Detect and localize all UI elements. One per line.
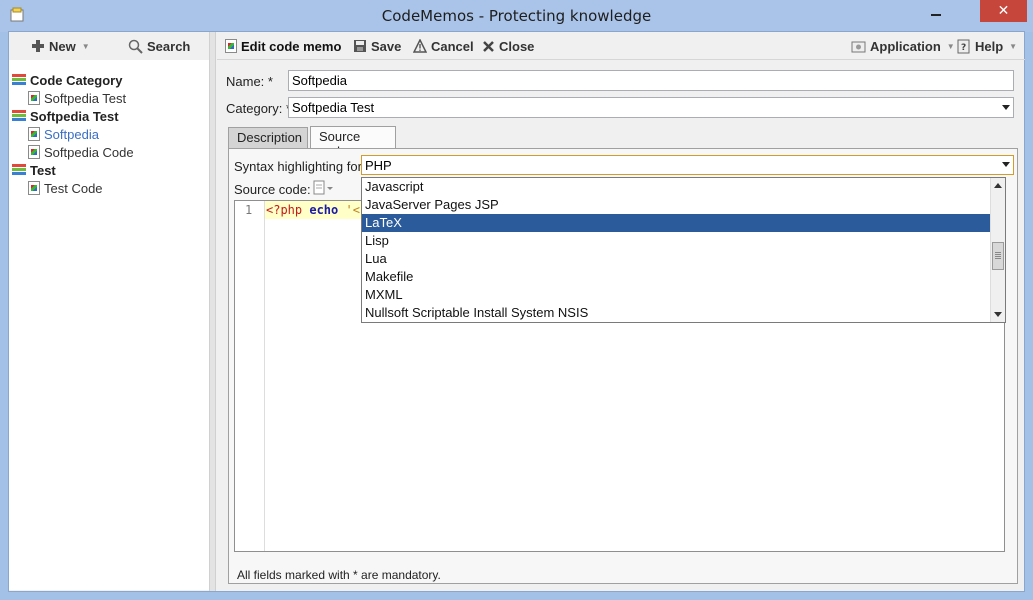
category-icon xyxy=(12,164,26,176)
cancel-button-label: Cancel xyxy=(431,38,474,54)
help-menu[interactable]: ? Help ▼ xyxy=(957,37,1017,55)
category-label: Category: * xyxy=(226,101,292,116)
search-button-label: Search xyxy=(147,38,191,54)
tab-source-code[interactable]: Source code xyxy=(310,126,396,159)
chevron-down-icon xyxy=(1002,105,1010,110)
window-close-button[interactable]: ✕ xyxy=(980,0,1027,22)
tree-item-label: Test Code xyxy=(44,180,103,196)
memo-icon xyxy=(225,39,237,53)
chevron-down-icon: ▼ xyxy=(946,41,955,51)
search-icon xyxy=(128,39,143,54)
category-select-value: Softpedia Test xyxy=(292,100,375,115)
title-bar: CodeMemos - Protecting knowledge ✕ xyxy=(0,0,1033,32)
memo-icon xyxy=(28,181,40,195)
close-button[interactable]: Close xyxy=(482,37,534,55)
category-select[interactable]: Softpedia Test xyxy=(288,97,1014,118)
tree-item-memo-selected[interactable]: Softpedia xyxy=(28,125,99,143)
dropdown-option[interactable]: Javascript xyxy=(362,178,990,196)
dropdown-option[interactable]: Makefile xyxy=(362,268,990,286)
code-open-tag: <?php xyxy=(266,203,303,217)
edit-memo-label: Edit code memo xyxy=(241,38,342,54)
warning-icon xyxy=(413,39,427,53)
tree-item-label: Softpedia Code xyxy=(44,144,134,160)
chevron-down-icon: ▼ xyxy=(1009,41,1018,51)
new-button[interactable]: New ▼ xyxy=(31,37,90,55)
line-number: 1 xyxy=(245,203,253,217)
edit-memo-title: Edit code memo xyxy=(225,37,341,55)
minimize-button[interactable] xyxy=(922,1,950,23)
help-menu-label: Help xyxy=(975,38,1004,54)
dropdown-option[interactable]: Nullsoft Scriptable Install System NSIS xyxy=(362,304,990,322)
editor-toolbar: Edit code memo Save Cancel Close Applica… xyxy=(217,32,1025,60)
memo-icon xyxy=(28,145,40,159)
category-tree: Code Category Softpedia Test Softpedia T… xyxy=(9,60,209,590)
application-menu[interactable]: Application ▼ xyxy=(851,37,955,55)
tree-item-memo[interactable]: Softpedia Test xyxy=(28,89,126,107)
dropdown-option[interactable]: JavaServer Pages JSP xyxy=(362,196,990,214)
tree-item-category[interactable]: Softpedia Test xyxy=(12,107,119,125)
application-icon xyxy=(851,41,866,52)
scrollbar-thumb[interactable] xyxy=(992,242,1004,270)
help-book-icon: ? xyxy=(957,39,970,53)
panel-splitter[interactable] xyxy=(209,32,216,591)
close-icon xyxy=(483,40,494,52)
tree-item-memo[interactable]: Test Code xyxy=(28,179,103,197)
code-keyword: echo xyxy=(309,203,339,217)
dropdown-option[interactable]: MXML xyxy=(362,286,990,304)
memo-icon xyxy=(28,91,40,105)
category-icon xyxy=(12,110,26,122)
chevron-down-icon: ▼ xyxy=(81,41,90,51)
left-toolbar: New ▼ Search xyxy=(9,32,209,60)
tree-item-label: Softpedia xyxy=(44,126,99,142)
syntax-select-value: PHP xyxy=(365,158,392,173)
memo-icon xyxy=(28,127,40,141)
tree-item-category[interactable]: Code Category xyxy=(12,71,122,89)
source-code-label: Source code: xyxy=(234,182,311,197)
tree-item-label: Test xyxy=(30,162,56,178)
syntax-dropdown-list: Javascript JavaServer Pages JSP LaTeX Li… xyxy=(361,177,1006,323)
mandatory-fields-note: All fields marked with * are mandatory. xyxy=(237,568,441,582)
dropdown-option[interactable]: Lisp xyxy=(362,232,990,250)
name-field[interactable]: Softpedia xyxy=(288,70,1014,91)
client-area: New ▼ Search Code Category Softpedia Tes… xyxy=(8,31,1025,592)
tree-item-category[interactable]: Test xyxy=(12,161,56,179)
tree-item-label: Softpedia Test xyxy=(44,90,127,106)
tree-item-memo[interactable]: Softpedia Code xyxy=(28,143,134,161)
syntax-label: Syntax highlighting for: xyxy=(234,159,366,174)
dropdown-option[interactable]: Lua xyxy=(362,250,990,268)
save-button-label: Save xyxy=(371,38,402,54)
save-button[interactable]: Save xyxy=(353,37,401,55)
application-menu-label: Application xyxy=(870,38,941,54)
close-button-label: Close xyxy=(499,38,535,54)
svg-text:?: ? xyxy=(961,43,966,53)
chevron-down-icon xyxy=(1002,162,1010,167)
search-button[interactable]: Search xyxy=(128,37,190,55)
dropdown-scrollbar[interactable] xyxy=(990,178,1005,322)
syntax-select[interactable]: PHP xyxy=(361,155,1014,175)
name-label: Name: * xyxy=(226,74,273,89)
tree-item-label: Code Category xyxy=(30,72,123,88)
line-gutter: 1 xyxy=(235,201,265,551)
tree-item-label: Softpedia Test xyxy=(30,108,119,124)
new-button-label: New xyxy=(49,38,76,54)
scroll-up-icon[interactable] xyxy=(994,183,1002,188)
tab-description[interactable]: Description xyxy=(228,127,308,148)
category-icon xyxy=(12,74,26,86)
code-line: <?php echo '<p xyxy=(265,201,375,219)
dropdown-option-highlighted[interactable]: LaTeX xyxy=(362,214,990,232)
code-options-icon[interactable] xyxy=(312,180,338,196)
plus-icon xyxy=(32,40,44,52)
cancel-button[interactable]: Cancel xyxy=(413,37,474,55)
scroll-down-icon[interactable] xyxy=(994,312,1002,317)
window-title: CodeMemos - Protecting knowledge xyxy=(381,7,652,25)
save-icon xyxy=(354,40,366,52)
